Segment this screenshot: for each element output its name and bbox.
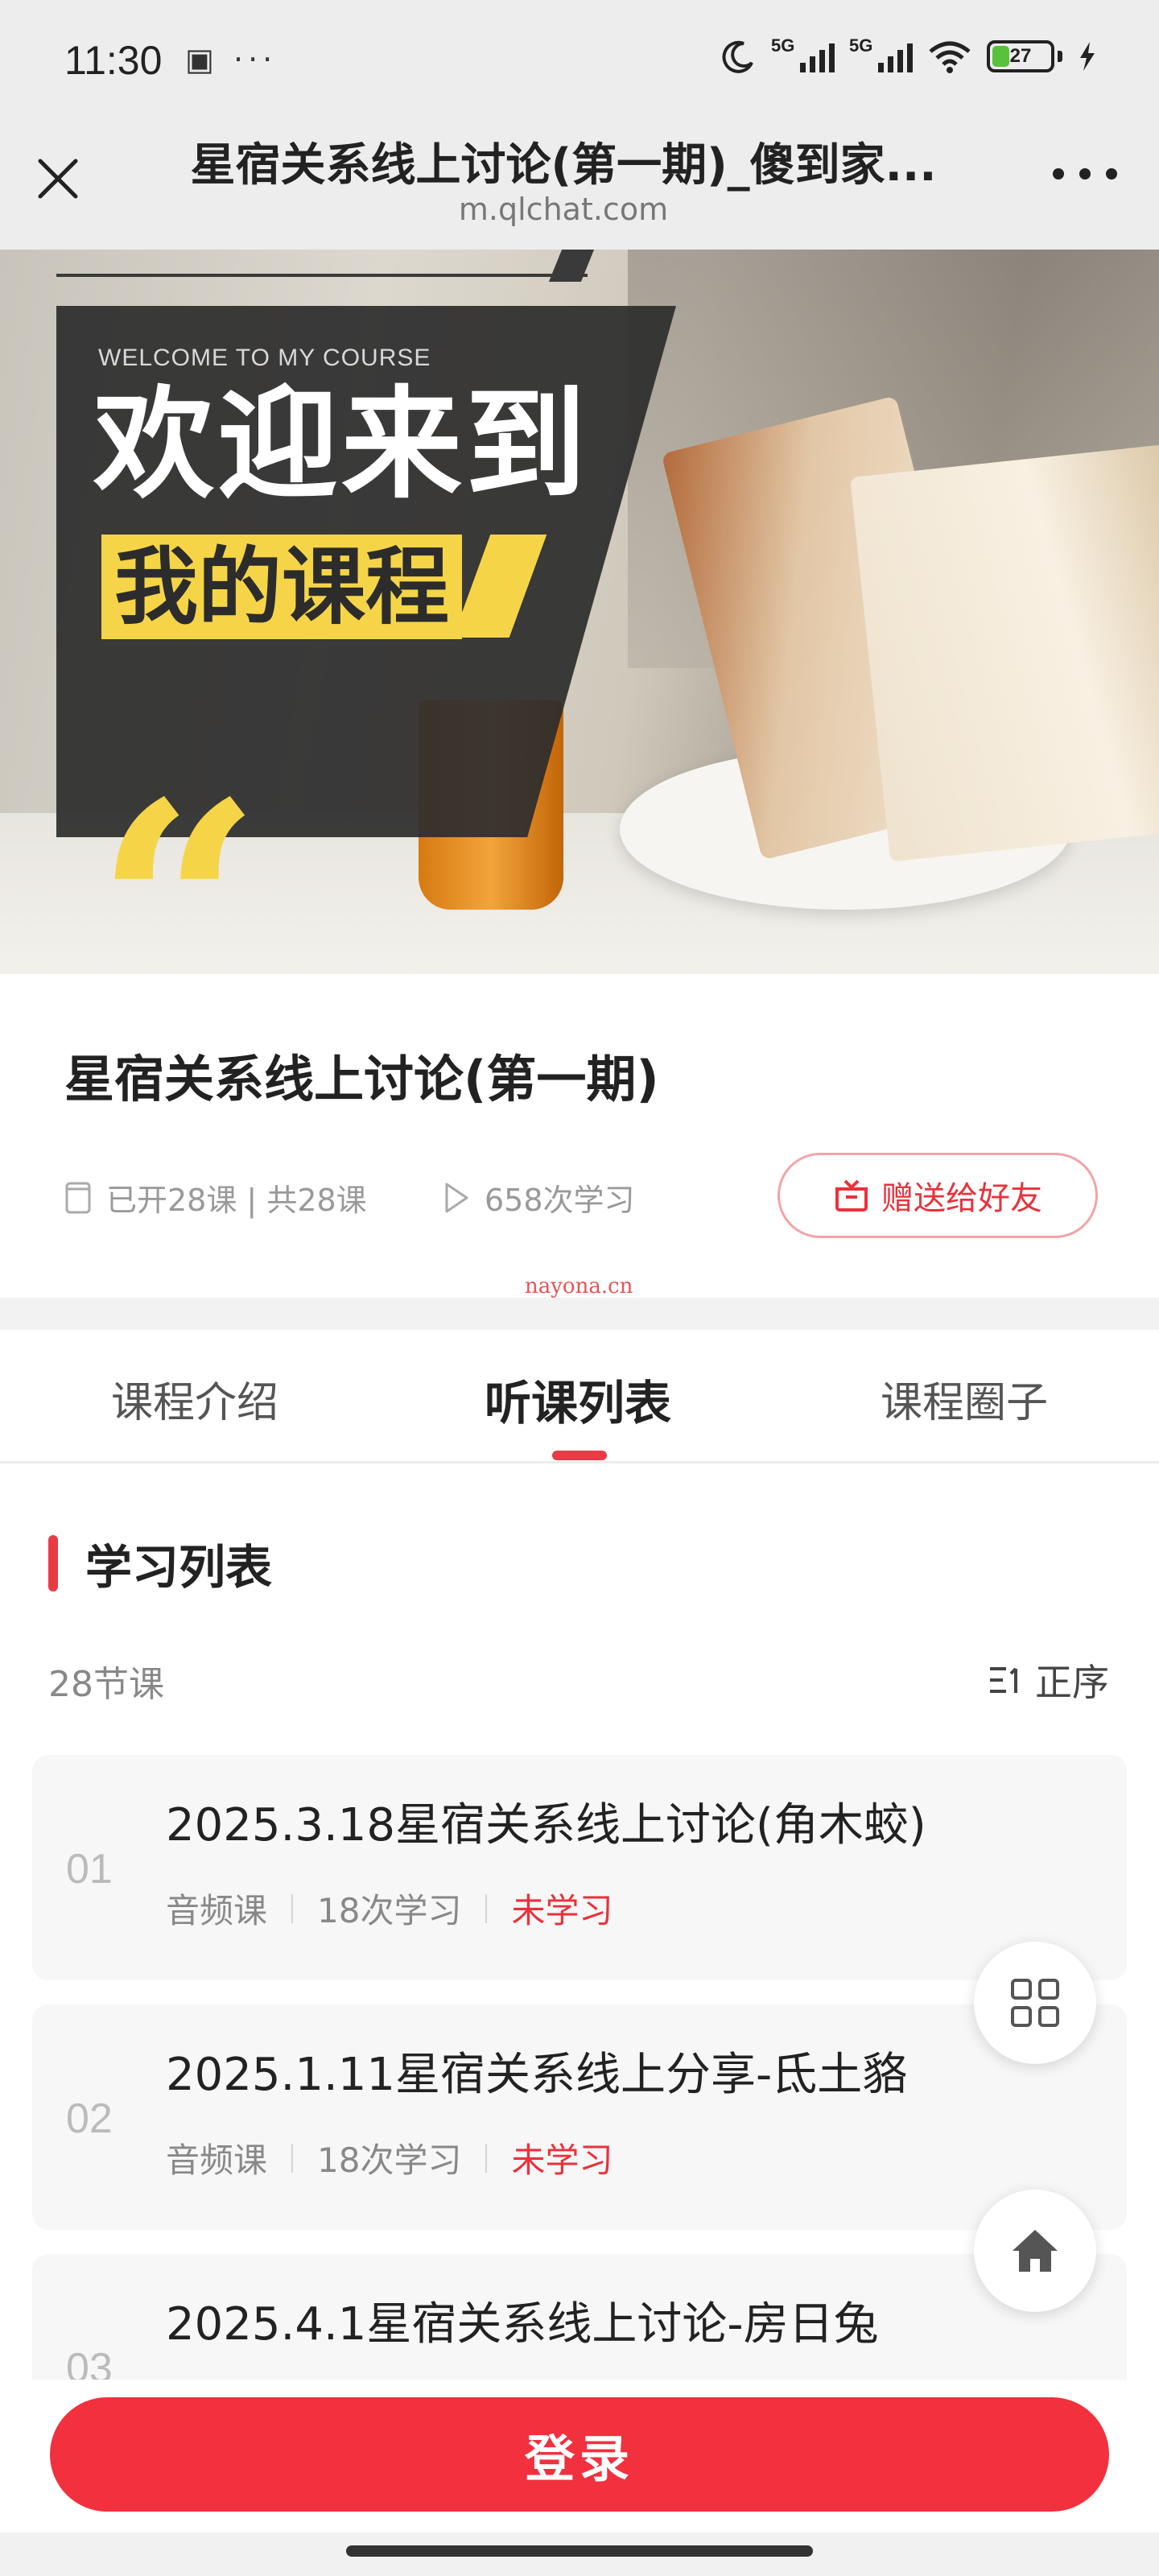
- login-button[interactable]: 登录: [50, 2397, 1109, 2512]
- gift-icon: [835, 1179, 868, 1212]
- home-indicator[interactable]: [346, 2545, 813, 2557]
- lesson-type: 音频课: [166, 2140, 268, 2180]
- status-time: 11:30: [64, 38, 163, 83]
- tab-course-circle[interactable]: 课程圈子: [881, 1368, 1048, 1429]
- bottom-action-area: 登录: [0, 2380, 1159, 2533]
- moon-icon: [722, 40, 753, 73]
- lesson-plays: 18次学习: [317, 2140, 462, 2180]
- page-url: m.qlchat.com: [458, 192, 669, 227]
- lesson-count: 28节课: [48, 1664, 164, 1705]
- lessons-info-text: 已开28课 | 共28课: [106, 1183, 367, 1218]
- meta-divider: [291, 2143, 294, 2173]
- lesson-title: 2025.4.1星宿关系线上讨论-房日兔: [166, 2298, 879, 2351]
- banner-welcome-text: WELCOME TO MY COURSE: [98, 345, 431, 371]
- play-icon: [445, 1183, 468, 1212]
- section-accent-bar: [48, 1535, 58, 1591]
- section-divider: [0, 1298, 1159, 1330]
- lesson-item[interactable]: 03 2025.4.1星宿关系线上讨论-房日兔: [32, 2254, 1127, 2380]
- course-title: 星宿关系线上讨论(第一期): [64, 1050, 659, 1108]
- lessons-info: 已开28课 | 共28课: [64, 1175, 367, 1220]
- sim-card-icon: ▣: [185, 42, 219, 77]
- active-tab-indicator: [552, 1451, 607, 1460]
- section-title: 学习列表: [85, 1540, 273, 1595]
- meta-divider: [485, 2143, 488, 2173]
- status-bar: 11:30 ▣ ··· 5G 5G 27: [0, 0, 1159, 121]
- system-gesture-bar: [0, 2533, 1159, 2576]
- banner-subheadline: 我的课程: [101, 535, 463, 640]
- more-menu-icon[interactable]: [1053, 158, 1117, 190]
- tab-course-intro[interactable]: 课程介绍: [111, 1368, 278, 1429]
- sim2-label: 5G: [849, 35, 873, 56]
- sim1-label: 5G: [771, 35, 795, 56]
- course-info: 星宿关系线上讨论(第一期) 已开28课 | 共28课 658次学习 赠送给好友: [0, 974, 1159, 1298]
- lesson-meta: 音频课 18次学习 未学习: [166, 1884, 612, 1933]
- wifi-icon: [929, 41, 971, 73]
- lesson-title: 2025.1.11星宿关系线上分享-氐土貉: [166, 2049, 908, 2101]
- lesson-status: 未学习: [511, 2140, 613, 2180]
- more-dots-icon: ···: [233, 42, 278, 77]
- lesson-item[interactable]: 01 2025.3.18星宿关系线上讨论(角木蛟) 音频课 18次学习 未学习: [32, 1755, 1127, 1980]
- lesson-plays: 18次学习: [317, 1891, 462, 1930]
- meta-divider: [485, 1893, 488, 1923]
- status-right-icons: 5G 5G 27: [721, 35, 1098, 74]
- tab-bar: 课程介绍 听课列表 课程圈子: [0, 1330, 1159, 1463]
- plays-info: 658次学习: [443, 1175, 635, 1220]
- banner-decor-line: [56, 274, 588, 277]
- course-banner: WELCOME TO MY COURSE 欢迎来到 我的课程 “: [0, 250, 1159, 974]
- lesson-number: 03: [66, 2345, 113, 2380]
- charging-bolt-icon: [1080, 42, 1095, 71]
- sort-order-button[interactable]: 正序: [988, 1653, 1109, 1707]
- lesson-type: 音频课: [166, 1891, 268, 1930]
- grid-menu-button[interactable]: [974, 1942, 1096, 2064]
- battery-fill: [992, 46, 1009, 67]
- watermark: nayona.cn: [525, 1274, 633, 1298]
- lesson-meta: 音频课 18次学习 未学习: [166, 2133, 612, 2182]
- home-button[interactable]: [974, 2190, 1096, 2312]
- document-icon: [65, 1182, 91, 1213]
- status-left-icons: ▣ ···: [185, 42, 277, 77]
- section-header: 学习列表: [48, 1530, 272, 1597]
- lesson-item[interactable]: 02 2025.1.11星宿关系线上分享-氐土貉 音频课 18次学习 未学习: [32, 2004, 1127, 2230]
- banner-decor-stripe: [548, 250, 595, 282]
- lesson-number: 02: [66, 2095, 113, 2142]
- close-icon[interactable]: [32, 153, 84, 204]
- meta-divider: [291, 1893, 294, 1923]
- page-title: 星宿关系线上讨论(第一期)_傻到家...: [190, 139, 937, 192]
- banner-headline: 欢迎来到: [93, 375, 590, 515]
- sort-icon: [990, 1667, 1017, 1693]
- signal-icon-sim1: 5G: [771, 35, 835, 72]
- grid-icon: [1011, 1979, 1059, 2027]
- banner-book-right-pages: [850, 442, 1159, 862]
- plays-info-text: 658次学习: [485, 1183, 635, 1218]
- lesson-status: 未学习: [511, 1891, 613, 1930]
- nav-bar: 星宿关系线上讨论(第一期)_傻到家... m.qlchat.com: [0, 121, 1159, 250]
- sort-label: 正序: [1035, 1661, 1109, 1704]
- gift-button-label: 赠送给好友: [881, 1180, 1042, 1217]
- lesson-title: 2025.3.18星宿关系线上讨论(角木蛟): [166, 1799, 926, 1852]
- signal-icon-sim2: 5G: [849, 35, 913, 72]
- battery-level: 27: [1009, 45, 1032, 67]
- home-icon: [1013, 2230, 1058, 2272]
- lesson-number: 01: [66, 1846, 113, 1893]
- battery-tip: [1058, 51, 1062, 62]
- battery-icon: 27: [987, 40, 1054, 72]
- tab-lesson-list[interactable]: 听课列表: [485, 1365, 671, 1433]
- gift-to-friend-button[interactable]: 赠送给好友: [777, 1153, 1098, 1238]
